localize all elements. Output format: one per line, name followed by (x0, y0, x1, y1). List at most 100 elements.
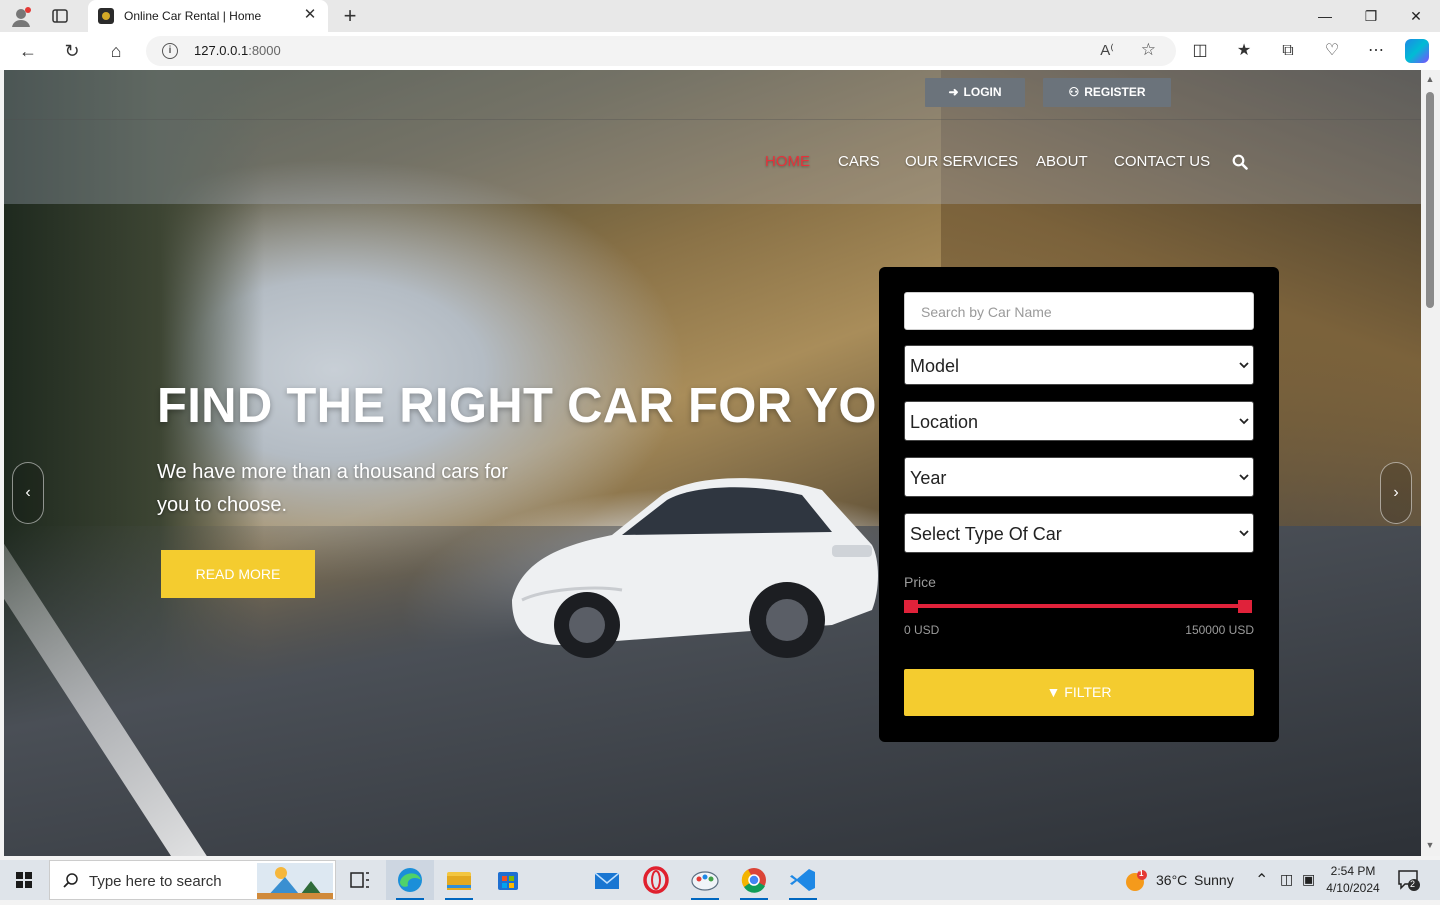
model-select[interactable]: Model (904, 345, 1254, 385)
nav-contact-us[interactable]: CONTACT US (1114, 153, 1210, 170)
price-min-value: 0 USD (904, 623, 940, 637)
url-port: :8000 (248, 43, 281, 58)
windows-start-icon[interactable] (0, 860, 48, 900)
notification-count: 2 (1410, 879, 1416, 889)
nav-our-services[interactable]: OUR SERVICES (905, 153, 1018, 170)
year-select-value: Year (910, 468, 947, 488)
weather-sun-icon[interactable] (1124, 869, 1148, 893)
url-host: 127.0.0.1 (194, 43, 249, 58)
scroll-down-icon[interactable]: ▼ (1425, 840, 1435, 850)
weather-temperature[interactable]: 36°C (1156, 872, 1187, 888)
read-aloud-icon[interactable]: A⁽ (1100, 41, 1114, 59)
read-more-button[interactable]: READ MORE (161, 550, 315, 598)
windows-taskbar: Type here to search 1 36°C Sunny ⌃ ◫ ▣ 2… (0, 860, 1440, 900)
carousel-next-arrow-icon[interactable]: › (1380, 462, 1412, 524)
chevron-down-icon (1239, 418, 1249, 425)
scroll-up-icon[interactable]: ▲ (1425, 74, 1435, 84)
active-tab[interactable]: Online Car Rental | Home ✕ (88, 0, 328, 32)
header-bar (4, 70, 1421, 204)
vscode-icon[interactable] (779, 860, 827, 900)
location-select-value: Location (910, 412, 979, 432)
chrome-icon[interactable] (730, 860, 778, 900)
location-select[interactable]: Location (904, 401, 1254, 441)
taskbar-search-placeholder: Type here to search (89, 873, 222, 890)
notification-center-icon[interactable] (1397, 869, 1421, 891)
hero-section: ➜ LOGIN ⚇ REGISTER HOME CARS OUR SERVICES … (4, 70, 1421, 856)
weather-badge-count: 1 (1139, 869, 1144, 878)
scrollbar-thumb[interactable] (1426, 92, 1434, 308)
url-text: 127.0.0.1:8000 (194, 43, 281, 58)
edge-taskbar-icon[interactable] (386, 860, 434, 900)
tray-overflow-chevron-icon[interactable]: ⌃ (1255, 870, 1268, 890)
site-favicon-icon (98, 8, 114, 24)
hero-car-image (512, 478, 878, 658)
year-select[interactable]: Year (904, 457, 1254, 497)
header-divider (4, 119, 1421, 120)
chevron-down-icon (1239, 362, 1249, 369)
window-close-icon[interactable]: ✕ (1403, 4, 1429, 28)
price-min-handle[interactable] (904, 600, 918, 613)
model-select-value: Model (910, 356, 960, 376)
favorites-icon[interactable]: ★ (1232, 40, 1256, 62)
split-screen-icon[interactable]: ◫ (1188, 40, 1212, 62)
user-plus-icon: ⚇ (1068, 85, 1080, 99)
mail-icon[interactable] (583, 860, 631, 900)
more-icon[interactable]: ⋯ (1364, 40, 1388, 62)
minimize-icon[interactable]: — (1312, 4, 1338, 28)
tab-close-icon[interactable]: ✕ (302, 7, 318, 23)
microsoft-store-icon[interactable] (484, 860, 532, 900)
taskbar-search-box[interactable]: Type here to search (49, 860, 336, 900)
meet-now-icon[interactable]: ◫ (1280, 871, 1293, 888)
paint-app-icon[interactable] (681, 860, 729, 900)
login-button[interactable]: ➜ LOGIN (925, 78, 1025, 107)
back-icon[interactable]: ← (16, 40, 40, 62)
clock-date: 4/10/2024 (1326, 881, 1380, 895)
taskbar-clock[interactable]: 2:54 PM 4/10/2024 (1322, 863, 1384, 897)
price-range-track[interactable] (910, 604, 1244, 608)
filter-button[interactable]: ▼ FILTER (904, 669, 1254, 716)
nav-cars[interactable]: CARS (838, 153, 880, 170)
price-label: Price (904, 574, 936, 590)
filter-button-label: FILTER (1064, 684, 1112, 700)
network-icon[interactable]: ▣ (1302, 871, 1315, 888)
nav-about[interactable]: ABOUT (1036, 153, 1088, 170)
nav-home[interactable]: HOME (765, 153, 810, 170)
site-info-icon[interactable]: i (162, 43, 178, 59)
chevron-down-icon (1239, 530, 1249, 537)
file-explorer-icon[interactable] (435, 860, 483, 900)
page-scrollbar[interactable]: ▲ ▼ (1421, 70, 1440, 856)
search-icon[interactable] (1232, 154, 1248, 170)
price-max-handle[interactable] (1238, 600, 1252, 613)
home-icon[interactable]: ⌂ (104, 40, 128, 62)
car-type-select-value: Select Type Of Car (910, 524, 1062, 544)
browser-toolbar: ← ↻ ⌂ i 127.0.0.1:8000 A⁽ ☆ ◫ ★ ⧉ ♡ ⋯ (0, 32, 1440, 70)
search-icon (63, 873, 78, 888)
browser-essentials-icon[interactable]: ♡ (1320, 40, 1344, 62)
refresh-icon[interactable]: ↻ (60, 40, 84, 62)
tab-title: Online Car Rental | Home (124, 9, 262, 23)
weather-description[interactable]: Sunny (1194, 872, 1234, 888)
tab-actions-icon[interactable] (50, 6, 70, 26)
clock-time: 2:54 PM (1330, 864, 1376, 878)
register-label: REGISTER (1084, 85, 1146, 99)
hero-subtitle: We have more than a thousand cars for yo… (157, 461, 508, 516)
chevron-down-icon (1239, 474, 1249, 481)
carousel-prev-arrow-icon[interactable]: ‹ (12, 462, 44, 524)
hero-title: FIND THE RIGHT CAR FOR YOU (157, 379, 913, 433)
restore-icon[interactable]: ❐ (1358, 4, 1384, 28)
address-bar[interactable]: i 127.0.0.1:8000 A⁽ ☆ (146, 36, 1176, 66)
car-name-search-placeholder: Search by Car Name (921, 304, 1052, 320)
task-view-icon[interactable] (336, 860, 384, 900)
favorite-star-icon[interactable]: ☆ (1141, 40, 1156, 60)
car-type-select[interactable]: Select Type Of Car (904, 513, 1254, 553)
car-filter-panel: Search by Car Name Model Location Year S… (879, 267, 1279, 742)
opera-icon[interactable] (632, 860, 680, 900)
new-tab-icon[interactable]: + (338, 4, 362, 28)
car-name-search-input[interactable]: Search by Car Name (904, 292, 1254, 330)
register-button[interactable]: ⚇ REGISTER (1043, 78, 1171, 107)
profile-icon[interactable] (10, 6, 32, 28)
funnel-icon: ▼ (1046, 684, 1061, 700)
browser-tab-bar: Online Car Rental | Home ✕ + — ❐ ✕ (0, 0, 1440, 32)
copilot-icon[interactable] (1405, 39, 1429, 63)
collections-icon[interactable]: ⧉ (1276, 40, 1300, 62)
